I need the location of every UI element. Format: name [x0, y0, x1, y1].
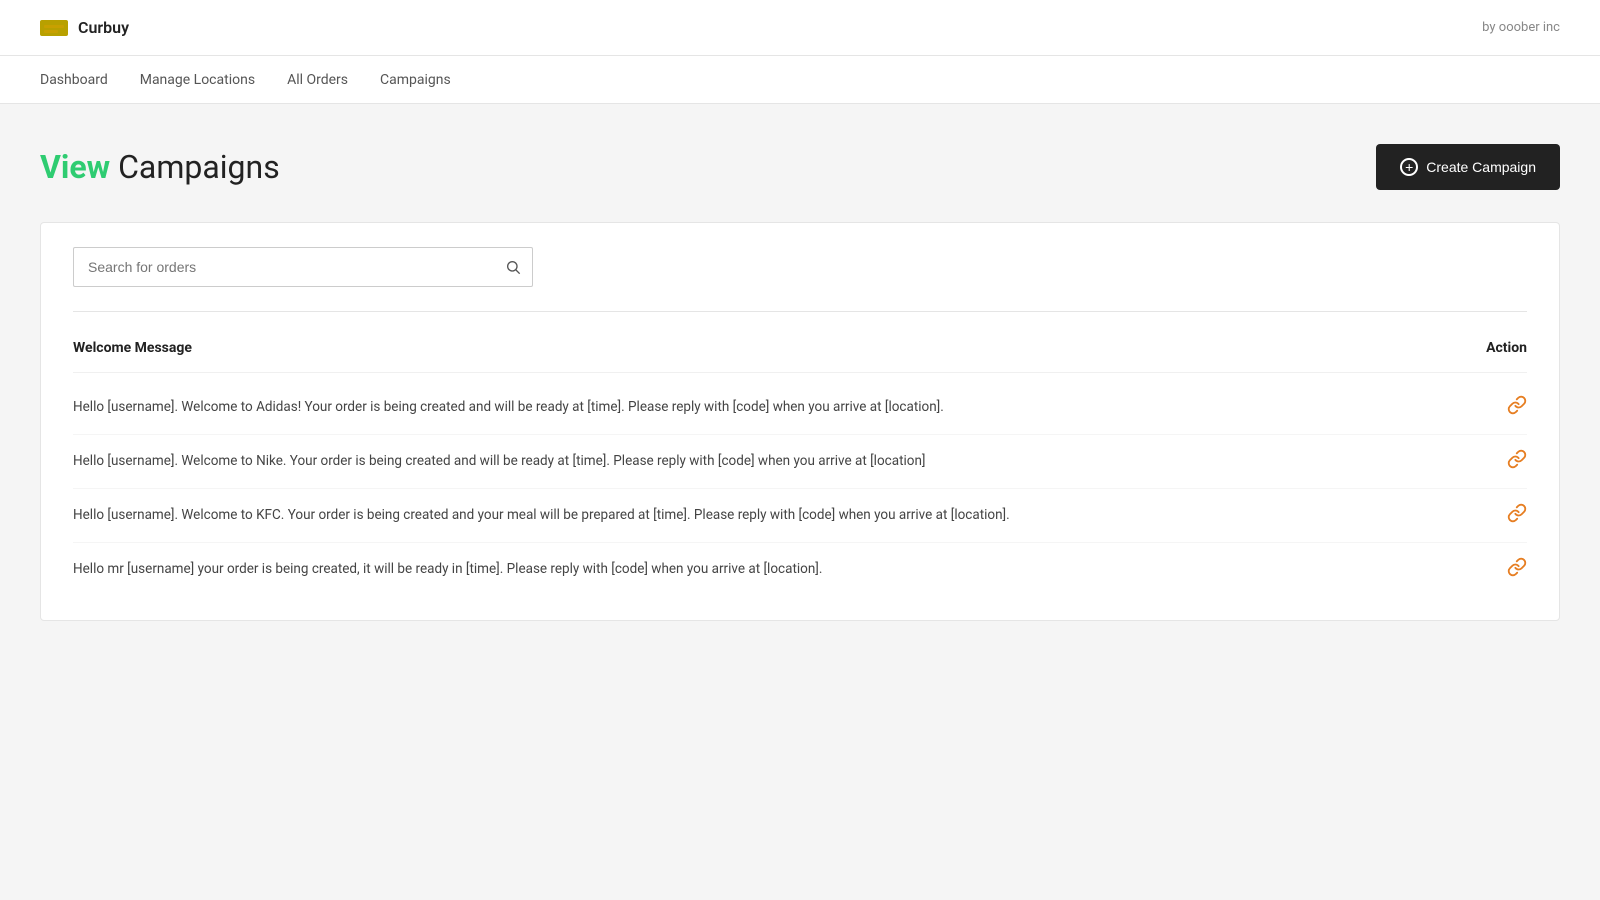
create-campaign-label: Create Campaign: [1426, 159, 1536, 175]
search-icon: [505, 259, 521, 275]
page-title-rest: Campaigns: [110, 148, 280, 186]
table-row: Hello [username]. Welcome to Nike. Your …: [73, 435, 1527, 489]
search-button[interactable]: [493, 247, 533, 287]
message-text: Hello mr [username] your order is being …: [73, 559, 1447, 579]
nav-bar: Dashboard Manage Locations All Orders Ca…: [0, 56, 1600, 104]
table-header: Welcome Message Action: [73, 332, 1527, 373]
divider: [73, 311, 1527, 312]
action-icon-0[interactable]: [1447, 395, 1527, 420]
app-logo-text: Curbuy: [78, 18, 129, 37]
nav-item-manage-locations[interactable]: Manage Locations: [140, 68, 255, 92]
action-icon-3[interactable]: [1447, 557, 1527, 582]
col-welcome-message-header: Welcome Message: [73, 340, 192, 356]
campaigns-card: Welcome Message Action Hello [username].…: [40, 222, 1560, 621]
logo-icon: [40, 20, 68, 36]
page-header: View Campaigns + Create Campaign: [40, 144, 1560, 190]
page-title-highlight: View: [40, 148, 110, 186]
main-content: View Campaigns + Create Campaign Welcome…: [0, 104, 1600, 661]
search-input[interactable]: [73, 247, 493, 287]
message-text: Hello [username]. Welcome to Adidas! You…: [73, 397, 1447, 417]
message-text: Hello [username]. Welcome to KFC. Your o…: [73, 505, 1447, 525]
message-text: Hello [username]. Welcome to Nike. Your …: [73, 451, 1447, 471]
link-icon-2: [1507, 504, 1527, 528]
action-icon-2[interactable]: [1447, 503, 1527, 528]
link-icon-3: [1507, 558, 1527, 582]
nav-item-all-orders[interactable]: All Orders: [287, 68, 348, 92]
create-campaign-button[interactable]: + Create Campaign: [1376, 144, 1560, 190]
col-action-header: Action: [1447, 340, 1527, 356]
top-right-label: by ooober inc: [1482, 20, 1560, 35]
action-icon-1[interactable]: [1447, 449, 1527, 474]
table-row: Hello mr [username] your order is being …: [73, 543, 1527, 596]
nav-item-campaigns[interactable]: Campaigns: [380, 68, 451, 92]
link-icon-1: [1507, 450, 1527, 474]
link-icon-0: [1507, 396, 1527, 420]
top-bar: Curbuy by ooober inc: [0, 0, 1600, 56]
create-campaign-plus-icon: +: [1400, 158, 1418, 176]
nav-item-dashboard[interactable]: Dashboard: [40, 68, 108, 92]
logo-area: Curbuy: [40, 18, 129, 37]
page-title: View Campaigns: [40, 148, 280, 186]
search-area: [73, 247, 1527, 287]
table-row: Hello [username]. Welcome to Adidas! You…: [73, 381, 1527, 435]
table-row: Hello [username]. Welcome to KFC. Your o…: [73, 489, 1527, 543]
